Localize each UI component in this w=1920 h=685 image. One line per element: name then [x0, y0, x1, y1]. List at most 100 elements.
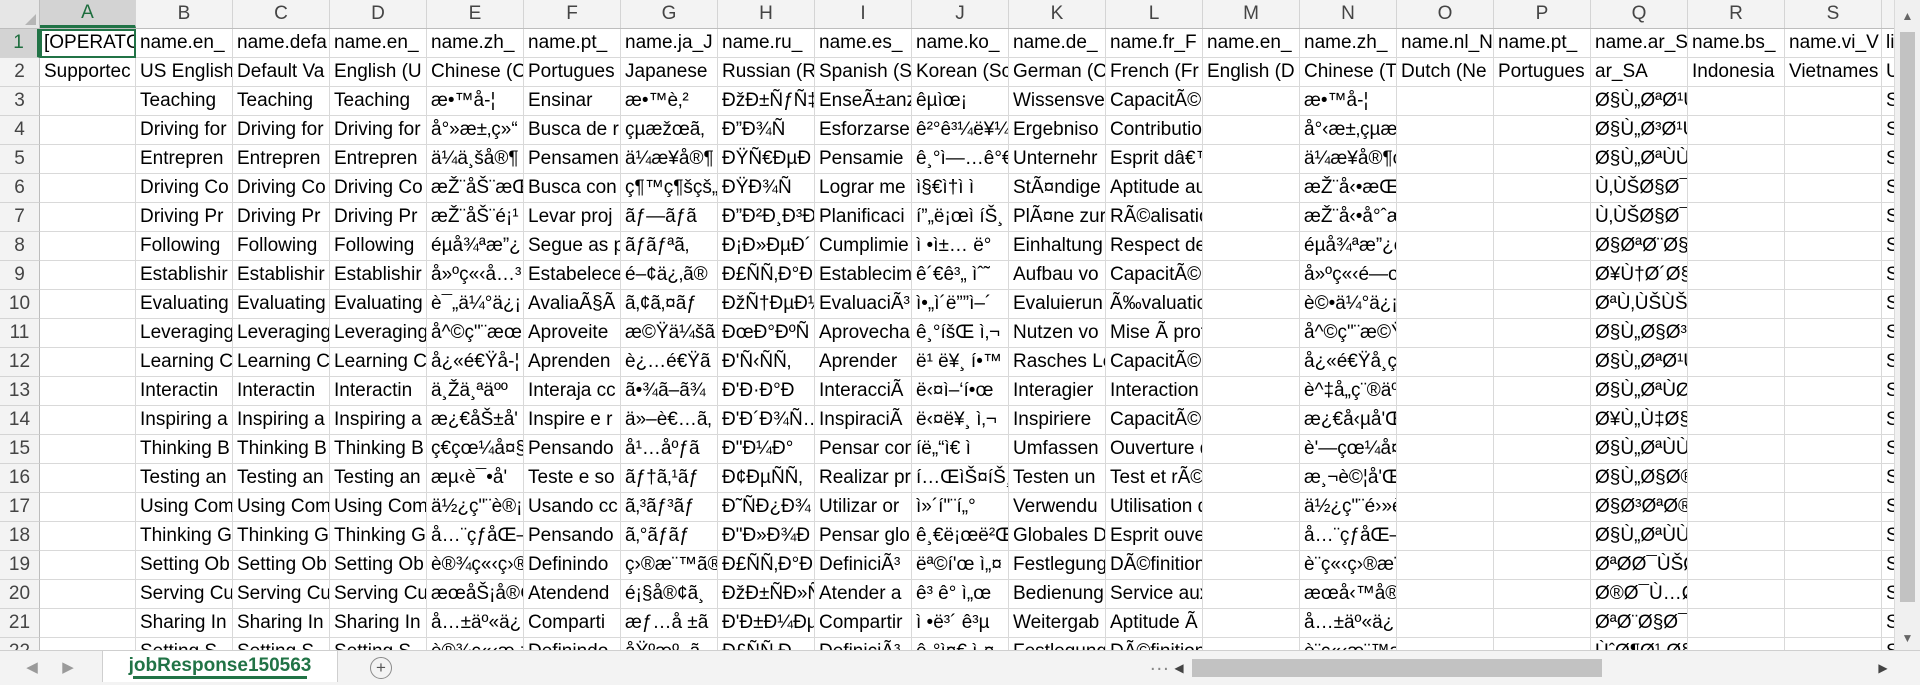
cell-m18[interactable]: [1203, 522, 1300, 551]
row-header[interactable]: 10: [0, 290, 40, 319]
cell-i7[interactable]: Planificaci: [815, 203, 912, 232]
cell-o14[interactable]: [1397, 406, 1494, 435]
row-header[interactable]: 22: [0, 638, 40, 650]
cell-j19[interactable]: ëª©í'œ ì„¤: [912, 551, 1009, 580]
cell-r18[interactable]: [1688, 522, 1785, 551]
cell-b17[interactable]: Using Com: [136, 493, 233, 522]
column-header-j[interactable]: J: [912, 0, 1009, 28]
cell-s5[interactable]: [1785, 145, 1882, 174]
cell-h1[interactable]: name.ru_: [718, 29, 815, 58]
cell-e8[interactable]: éµå¾ªæ”¿: [427, 232, 524, 261]
cell-b5[interactable]: Entrepren: [136, 145, 233, 174]
cell-i6[interactable]: Lograr me: [815, 174, 912, 203]
cell-j11[interactable]: ê¸°íšŒ ì‚¬: [912, 319, 1009, 348]
column-header-g[interactable]: G: [621, 0, 718, 28]
cell-j1[interactable]: name.ko_: [912, 29, 1009, 58]
cell-i10[interactable]: EvaluaciÃ³: [815, 290, 912, 319]
cell-b14[interactable]: Inspiring a: [136, 406, 233, 435]
column-header-o[interactable]: O: [1397, 0, 1494, 28]
cell-s15[interactable]: [1785, 435, 1882, 464]
cell-n3[interactable]: æ•™å-¦: [1300, 87, 1397, 116]
cell-a20[interactable]: [40, 580, 136, 609]
cell-k9[interactable]: Aufbau vo: [1009, 261, 1106, 290]
cell-d11[interactable]: Leveraging: [330, 319, 427, 348]
cell-c12[interactable]: Learning C: [233, 348, 330, 377]
cell-l13[interactable]: Interaction avec les autres: [1106, 377, 1203, 406]
cell-q15[interactable]: Ø§Ù„ØªÙÙƒÙŠØ± Ø¨Ø´ÙƒÙ„ Ø´Ø§Ù…Ù„: [1591, 435, 1688, 464]
cell-b15[interactable]: Thinking B: [136, 435, 233, 464]
cell-a4[interactable]: [40, 116, 136, 145]
cell-d6[interactable]: Driving Co: [330, 174, 427, 203]
cell-o22[interactable]: [1397, 638, 1494, 650]
cell-e17[interactable]: ä½¿ç"¨è®¡: [427, 493, 524, 522]
cell-h14[interactable]: Ð'Ð´Ð¾Ñ…: [718, 406, 815, 435]
cell-m3[interactable]: [1203, 87, 1300, 116]
cell-j14[interactable]: ë‹¤ë¥¸ ì‚¬: [912, 406, 1009, 435]
cell-p8[interactable]: [1494, 232, 1591, 261]
cell-g11[interactable]: æ©Ÿä¼šã: [621, 319, 718, 348]
cell-i21[interactable]: Compartir: [815, 609, 912, 638]
cell-o16[interactable]: [1397, 464, 1494, 493]
cell-s18[interactable]: [1785, 522, 1882, 551]
cell-c5[interactable]: Entrepren: [233, 145, 330, 174]
cell-o18[interactable]: [1397, 522, 1494, 551]
cell-p2[interactable]: Portugues: [1494, 58, 1591, 87]
more-options-icon[interactable]: ...: [1150, 653, 1170, 676]
cell-c21[interactable]: Sharing In: [233, 609, 330, 638]
cell-i12[interactable]: Aprender: [815, 348, 912, 377]
cell-f17[interactable]: Usando cc: [524, 493, 621, 522]
cell-m22[interactable]: [1203, 638, 1300, 650]
row-header[interactable]: 21: [0, 609, 40, 638]
cell-s2[interactable]: Vietnames: [1785, 58, 1882, 87]
cell-h15[interactable]: Ð"Ð¼Ð°: [718, 435, 815, 464]
row-header[interactable]: 1: [0, 29, 40, 58]
cell-a22[interactable]: [40, 638, 136, 650]
cell-q5[interactable]: Ø§Ù„ØªÙÙƒÙŠØ± Ø§Ù„ØªØ¬Ø§Ø±ÙŠ: [1591, 145, 1688, 174]
cell-h17[interactable]: Ð˜ÑÐ¿Ð¾: [718, 493, 815, 522]
cell-r11[interactable]: [1688, 319, 1785, 348]
cell-g6[interactable]: ç¶™ç¶šçš„: [621, 174, 718, 203]
cell-e22[interactable]: è®¾ç«‹æ ‡: [427, 638, 524, 650]
cell-p22[interactable]: [1494, 638, 1591, 650]
cell-s10[interactable]: [1785, 290, 1882, 319]
cell-i2[interactable]: Spanish (S: [815, 58, 912, 87]
cell-h20[interactable]: ÐžÐ±ÑÐ»Ñ: [718, 580, 815, 609]
cell-m21[interactable]: [1203, 609, 1300, 638]
cell-o21[interactable]: [1397, 609, 1494, 638]
cell-d21[interactable]: Sharing In: [330, 609, 427, 638]
cell-h22[interactable]: Ð£ÑÑ‚Ð: [718, 638, 815, 650]
cell-j4[interactable]: ê²°ê³¼ë¥¼: [912, 116, 1009, 145]
cell-b19[interactable]: Setting Ob: [136, 551, 233, 580]
cell-k2[interactable]: German (C: [1009, 58, 1106, 87]
cell-l8[interactable]: Respect des politiques: [1106, 232, 1203, 261]
cell-i20[interactable]: Atender a: [815, 580, 912, 609]
cell-a11[interactable]: [40, 319, 136, 348]
cell-r15[interactable]: [1688, 435, 1785, 464]
cell-d1[interactable]: name.en_: [330, 29, 427, 58]
cell-r7[interactable]: [1688, 203, 1785, 232]
cell-h11[interactable]: ÐœÐ°ÐºÑ: [718, 319, 815, 348]
cell-b3[interactable]: Teaching: [136, 87, 233, 116]
cell-n8[interactable]: éµå¾ªæ”¿ç­–å’Œç¨‹åº: [1300, 232, 1397, 261]
cell-b6[interactable]: Driving Co: [136, 174, 233, 203]
row-header[interactable]: 20: [0, 580, 40, 609]
cell-a17[interactable]: [40, 493, 136, 522]
cell-q2[interactable]: ar_SA: [1591, 58, 1688, 87]
sheet-tab[interactable]: jobResponse150563: [102, 651, 338, 682]
cell-e18[interactable]: å…¨çƒåŒ–: [427, 522, 524, 551]
cell-o6[interactable]: [1397, 174, 1494, 203]
cell-q3[interactable]: Ø§Ù„ØªØ¹Ù„ÙŠÙ…: [1591, 87, 1688, 116]
cell-p9[interactable]: [1494, 261, 1591, 290]
cell-r4[interactable]: [1688, 116, 1785, 145]
cell-i8[interactable]: Cumplimie: [815, 232, 912, 261]
cell-m4[interactable]: [1203, 116, 1300, 145]
cell-o19[interactable]: [1397, 551, 1494, 580]
cell-d4[interactable]: Driving for: [330, 116, 427, 145]
cell-s20[interactable]: [1785, 580, 1882, 609]
cell-q4[interactable]: Ø§Ù„Ø³Ø¹ÙŠ Ø¥Ù„Ù‰ Ø§Ù„Ù†ØªØ§Ø¦Ø¬: [1591, 116, 1688, 145]
cell-a13[interactable]: [40, 377, 136, 406]
vertical-scrollbar[interactable]: ▲ ▼: [1894, 0, 1920, 650]
scroll-left-arrow-icon[interactable]: ◀: [1168, 654, 1190, 682]
cell-d10[interactable]: Evaluating: [330, 290, 427, 319]
cell-c15[interactable]: Thinking B: [233, 435, 330, 464]
